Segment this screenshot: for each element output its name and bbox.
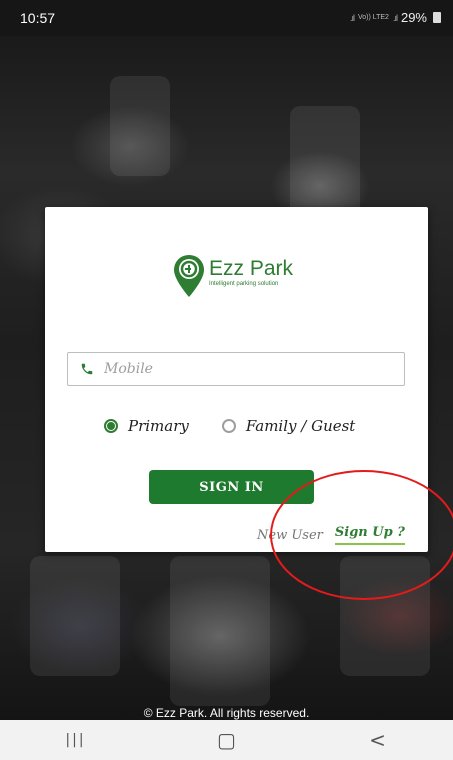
account-type-radio-group: Primary Family / Guest xyxy=(104,417,355,435)
signal-icon: .ıl xyxy=(349,12,355,23)
phone-icon xyxy=(81,363,93,375)
background-car xyxy=(290,106,360,216)
login-card: Ezz Park Intelligent parking solution Pr… xyxy=(45,207,428,552)
brand-name: Ezz Park xyxy=(209,257,294,280)
background-car xyxy=(30,556,120,676)
radio-family-guest-label: Family / Guest xyxy=(245,417,356,435)
signal-icon-2: .ıl xyxy=(392,12,398,23)
radio-unchecked-icon[interactable] xyxy=(221,419,236,433)
new-user-text: New User xyxy=(257,527,323,543)
home-nav-icon[interactable]: ▢ xyxy=(197,725,257,755)
mobile-input[interactable] xyxy=(102,355,386,383)
radio-primary[interactable]: Primary xyxy=(104,417,189,435)
location-pin-logo-icon xyxy=(174,255,204,297)
system-nav-bar: ||| ▢ < xyxy=(0,720,453,760)
back-nav-icon[interactable]: < xyxy=(348,725,408,755)
background-car xyxy=(340,556,430,676)
copyright-footer: © Ezz Park. All rights reserved. xyxy=(143,706,310,720)
battery-icon xyxy=(433,12,441,23)
network-type: Vo)) LTE2 xyxy=(357,14,389,21)
recents-nav-icon[interactable]: ||| xyxy=(46,725,106,755)
status-bar: 10:57 .ıl Vo)) LTE2 .ıl 29% xyxy=(0,0,453,36)
status-indicators: .ıl Vo)) LTE2 .ıl 29% xyxy=(350,10,441,25)
battery-percent: 29% xyxy=(400,10,427,25)
background-car xyxy=(110,76,170,176)
status-time: 10:57 xyxy=(20,10,56,26)
signup-row: New User Sign Up ? xyxy=(257,525,405,545)
sign-up-link[interactable]: Sign Up ? xyxy=(334,525,405,545)
background-car xyxy=(170,556,270,706)
mobile-field[interactable] xyxy=(67,352,405,386)
radio-family-guest[interactable]: Family / Guest xyxy=(221,417,356,435)
radio-checked-icon[interactable] xyxy=(104,419,118,433)
brand-tagline: Intelligent parking solution xyxy=(209,281,279,287)
sign-in-button[interactable]: SIGN IN xyxy=(149,470,314,504)
app-logo: Ezz Park Intelligent parking solution xyxy=(173,254,293,298)
radio-primary-label: Primary xyxy=(128,417,189,435)
